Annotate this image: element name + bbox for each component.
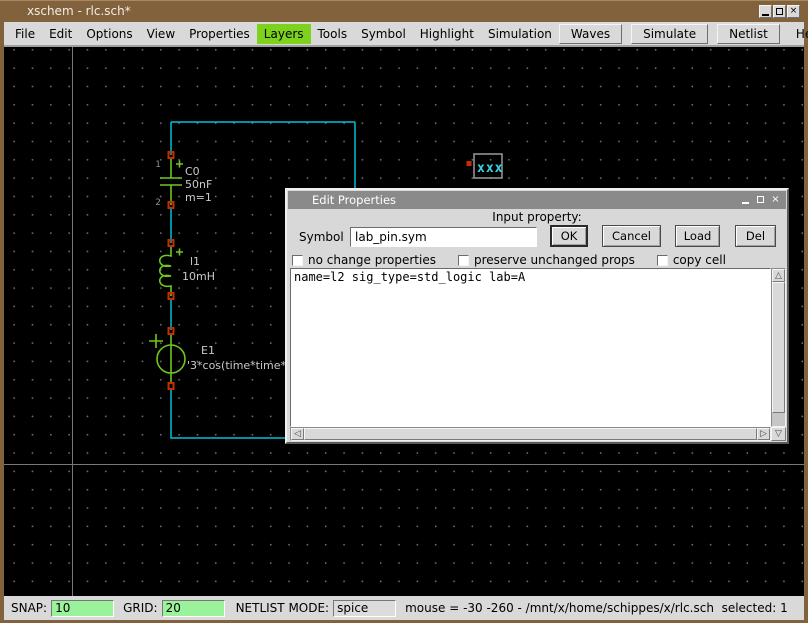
menu-item-layers[interactable]: Layers [257, 24, 311, 44]
capacitor-symbol[interactable]: 1 2 C0 50nF m=1 [155, 157, 212, 208]
scroll-down-icon[interactable]: ▽ [771, 427, 786, 441]
netlist-mode-label: NETLIST MODE: [236, 601, 330, 615]
netlist-button[interactable]: Netlist [717, 24, 780, 44]
input-property-label: Input property: [287, 210, 787, 224]
dialog-close-icon[interactable]: × [770, 194, 781, 205]
window-titlebar[interactable]: xschem - rlc.sch* × [0, 1, 808, 22]
dialog-titlebar[interactable]: Edit Properties × [288, 191, 786, 209]
waves-button[interactable]: Waves [559, 24, 622, 44]
source-name: E1 [201, 344, 215, 357]
dialog-controls: × [740, 194, 781, 205]
dialog-title: Edit Properties [312, 193, 396, 207]
window-controls: × [759, 5, 800, 18]
netlist-mode-input[interactable] [333, 600, 396, 617]
menu-left: File Edit Options View Properties Layers… [8, 24, 559, 44]
window-title: xschem - rlc.sch* [27, 4, 131, 18]
scroll-up-icon[interactable]: △ [772, 269, 785, 282]
menu-item-edit[interactable]: Edit [42, 24, 79, 44]
status-bar: SNAP: GRID: NETLIST MODE: mouse = -30 -2… [4, 596, 804, 620]
snap-input[interactable] [51, 600, 114, 617]
net-label-pin [467, 161, 472, 166]
menu-item-view[interactable]: View [140, 24, 182, 44]
inductor-value: 10mH [182, 270, 215, 283]
capacitor-value: 50nF [185, 178, 212, 191]
menu-item-simulation[interactable]: Simulation [481, 24, 559, 44]
simulate-button[interactable]: Simulate [631, 24, 708, 44]
menu-item-properties[interactable]: Properties [182, 24, 257, 44]
grid-input[interactable] [162, 600, 225, 617]
copy-cell-label: copy cell [673, 253, 726, 267]
ok-button[interactable]: OK [550, 225, 588, 247]
horizontal-scrollbar[interactable]: ◁ ▷ [290, 427, 771, 441]
copy-cell-checkbox[interactable] [657, 255, 668, 266]
edit-properties-dialog: Edit Properties × Input property: Symbol… [285, 188, 789, 444]
del-button[interactable]: Del [735, 225, 776, 247]
scroll-right-icon[interactable]: ▷ [757, 428, 770, 440]
no-change-properties-checkbox[interactable] [292, 255, 303, 266]
dialog-maximize-icon[interactable] [755, 194, 766, 205]
preserve-unchanged-props-label: preserve unchanged props [474, 253, 635, 267]
menu-item-options[interactable]: Options [79, 24, 139, 44]
inductor-name: l1 [190, 255, 200, 268]
net-label-text: xxx [477, 161, 503, 176]
vertical-scrollbar-thumb[interactable] [772, 282, 785, 413]
xschem-window: xschem - rlc.sch* × File Edit Options Vi… [0, 0, 808, 623]
capacitor-pin1-number: 1 [155, 160, 161, 170]
minimize-icon[interactable] [759, 5, 772, 18]
preserve-unchanged-props-checkbox[interactable] [458, 255, 469, 266]
inductor-symbol[interactable]: l1 10mH [160, 245, 215, 296]
menu-right: Waves Simulate Netlist Help [559, 24, 808, 44]
vertical-scrollbar[interactable]: △ [771, 268, 786, 427]
menu-item-help[interactable]: Help [789, 24, 808, 44]
menu-item-highlight[interactable]: Highlight [413, 24, 481, 44]
cancel-button[interactable]: Cancel [602, 225, 661, 247]
grid-label: GRID: [123, 601, 157, 615]
net-label[interactable]: xxx [467, 154, 504, 178]
no-change-properties-label: no change properties [308, 253, 436, 267]
load-button[interactable]: Load [675, 225, 720, 247]
mouse-status-text: mouse = -30 -260 - /mnt/x/home/schippes/… [405, 601, 788, 615]
horizontal-scrollbar-thumb[interactable] [304, 428, 757, 440]
close-icon[interactable]: × [787, 5, 800, 18]
capacitor-name: C0 [185, 165, 200, 178]
preserve-unchanged-props-option: preserve unchanged props [458, 253, 635, 267]
properties-textarea[interactable]: name=l2 sig_type=std_logic lab=A [290, 268, 771, 427]
symbol-input[interactable] [350, 227, 537, 247]
menu-bar: File Edit Options View Properties Layers… [4, 22, 804, 47]
symbol-label: Symbol [299, 230, 344, 244]
no-change-properties-option: no change properties [292, 253, 436, 267]
copy-cell-option: copy cell [657, 253, 726, 267]
capacitor-mult: m=1 [185, 191, 212, 204]
maximize-icon[interactable] [773, 5, 786, 18]
snap-label: SNAP: [11, 601, 47, 615]
capacitor-pin2-number: 2 [155, 198, 161, 208]
scroll-left-icon[interactable]: ◁ [291, 428, 304, 440]
checkbox-row: no change properties preserve unchanged … [292, 253, 748, 267]
menu-item-tools[interactable]: Tools [311, 24, 355, 44]
menu-item-symbol[interactable]: Symbol [354, 24, 413, 44]
menu-item-file[interactable]: File [8, 24, 42, 44]
dialog-minimize-icon[interactable] [740, 194, 751, 205]
